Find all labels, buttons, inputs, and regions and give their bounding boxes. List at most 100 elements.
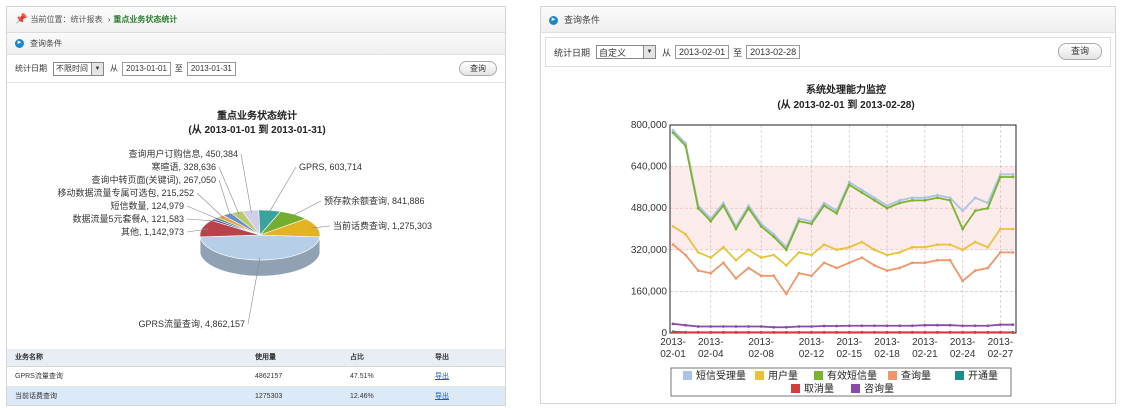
series-point bbox=[810, 253, 813, 257]
series-point bbox=[797, 251, 801, 254]
export-link[interactable]: 导出 bbox=[435, 373, 449, 380]
series-point bbox=[999, 323, 1002, 327]
series-point bbox=[1011, 251, 1015, 254]
series-point bbox=[873, 264, 876, 267]
pie-leader-line bbox=[290, 200, 322, 217]
date-range-select[interactable]: 自定义 ▼ bbox=[596, 45, 657, 59]
series-point bbox=[734, 331, 738, 334]
pie-leader-line bbox=[196, 192, 225, 219]
row-name: 当前话费查询 bbox=[7, 386, 247, 405]
series-point bbox=[1011, 175, 1015, 179]
series-point bbox=[671, 128, 675, 132]
export-link[interactable]: 导出 bbox=[435, 393, 449, 400]
series-point bbox=[1011, 173, 1015, 176]
series-point bbox=[847, 331, 851, 334]
pie-slice-label: 数据流量5元套餐A, 121,583 bbox=[72, 213, 184, 224]
series-point bbox=[961, 227, 965, 231]
series-point bbox=[797, 325, 801, 328]
date-range-select-value: 自定义 bbox=[599, 47, 627, 58]
series-point bbox=[797, 217, 801, 221]
series-point bbox=[747, 206, 750, 210]
series-point bbox=[810, 325, 813, 328]
row-ratio: 47.51% bbox=[342, 366, 427, 387]
col-header-name: 业务名称 bbox=[7, 349, 247, 367]
row-usage: 1275303 bbox=[247, 386, 342, 405]
table-row: GPRS流量查询 4862157 47.51% 导出 bbox=[7, 366, 505, 387]
query-bar: 统计日期 自定义 ▼ 从 2013-02-01 至 2013-02-28 查询 bbox=[545, 37, 1111, 67]
query-button[interactable]: 查询 bbox=[1057, 43, 1102, 60]
series-point bbox=[772, 253, 776, 257]
from-date-input[interactable]: 2013-01-01 bbox=[122, 61, 171, 76]
series-point bbox=[822, 324, 826, 328]
series-point bbox=[898, 324, 902, 328]
pie-leader-line bbox=[268, 166, 297, 213]
legend-swatch bbox=[955, 371, 964, 380]
pie-slice-label: 预存款余额查询, 841,886 bbox=[324, 195, 425, 206]
x-tick-label: 2013- bbox=[874, 337, 900, 348]
series-point bbox=[999, 173, 1002, 176]
query-header: ► 查询条件 bbox=[7, 33, 505, 55]
from-label: 从 bbox=[662, 47, 672, 58]
series-point bbox=[923, 331, 927, 334]
query-button[interactable]: 查询 bbox=[459, 61, 497, 76]
series-point bbox=[910, 331, 914, 334]
series-point bbox=[822, 204, 826, 208]
series-point bbox=[910, 324, 914, 328]
series-point bbox=[772, 235, 776, 239]
x-tick-label: 02-12 bbox=[799, 349, 825, 360]
series-point bbox=[948, 331, 952, 334]
series-point bbox=[948, 323, 952, 327]
series-point bbox=[923, 261, 927, 265]
chevron-right-icon[interactable]: ► bbox=[549, 16, 558, 26]
series-point bbox=[999, 175, 1002, 179]
series-point bbox=[847, 245, 851, 249]
series-point bbox=[898, 331, 902, 334]
series-point bbox=[810, 274, 813, 278]
series-point bbox=[671, 322, 675, 326]
line-chart-title: 系统处理能力监控 bbox=[806, 83, 886, 96]
date-range-select[interactable]: 不限时间 ▼ bbox=[53, 61, 104, 76]
col-header-usage: 使用量 bbox=[247, 349, 342, 367]
series-point bbox=[1011, 227, 1015, 231]
series-point bbox=[885, 331, 889, 334]
series-point bbox=[696, 251, 700, 254]
series-point bbox=[734, 258, 738, 262]
series-point bbox=[860, 331, 864, 334]
series-point bbox=[885, 269, 889, 272]
y-tick-label: 320,000 bbox=[631, 245, 668, 256]
series-point bbox=[835, 266, 839, 270]
business-table: 业务名称 使用量 占比 导出 GPRS流量查询 4862157 47.51% 导… bbox=[7, 349, 505, 405]
series-point bbox=[747, 325, 750, 328]
x-tick-label: 02-08 bbox=[748, 349, 774, 360]
series-point bbox=[948, 243, 952, 247]
series-point bbox=[747, 204, 750, 208]
series-point bbox=[835, 331, 839, 334]
series-point bbox=[772, 274, 776, 278]
from-date-input[interactable]: 2013-02-01 bbox=[675, 45, 730, 59]
series-point bbox=[797, 271, 801, 275]
series-point bbox=[847, 261, 851, 265]
series-point bbox=[696, 269, 700, 272]
capacity-monitor-panel: ► 查询条件 统计日期 自定义 ▼ 从 2013-02-01 至 2013-02-2… bbox=[540, 6, 1116, 404]
series-point bbox=[835, 212, 839, 215]
series-point bbox=[961, 209, 965, 213]
pie-chart-title: 重点业务状态统计 bbox=[217, 109, 297, 122]
series-point bbox=[961, 324, 965, 328]
series-point bbox=[696, 206, 700, 210]
series-point bbox=[999, 251, 1002, 254]
line-chart-subtitle: (从 2013-02-01 到 2013-02-28) bbox=[777, 98, 914, 111]
to-date-input[interactable]: 2013-01-31 bbox=[186, 61, 236, 76]
series-point bbox=[986, 245, 990, 249]
pie-slice-label: 查询中转页面(关键词), 267,050 bbox=[91, 174, 216, 185]
date-range-select-value: 不限时间 bbox=[56, 64, 88, 73]
series-point bbox=[885, 206, 889, 210]
to-date-input[interactable]: 2013-02-28 bbox=[746, 45, 801, 59]
series-point bbox=[885, 324, 889, 328]
breadcrumb-item-reports[interactable]: 统计报表 bbox=[70, 15, 102, 24]
series-point bbox=[784, 264, 788, 267]
series-point bbox=[772, 325, 776, 329]
chevron-right-icon[interactable]: ► bbox=[15, 39, 24, 49]
series-point bbox=[898, 201, 902, 205]
x-tick-label: 2013- bbox=[748, 337, 774, 348]
x-tick-label: 02-04 bbox=[698, 349, 724, 360]
